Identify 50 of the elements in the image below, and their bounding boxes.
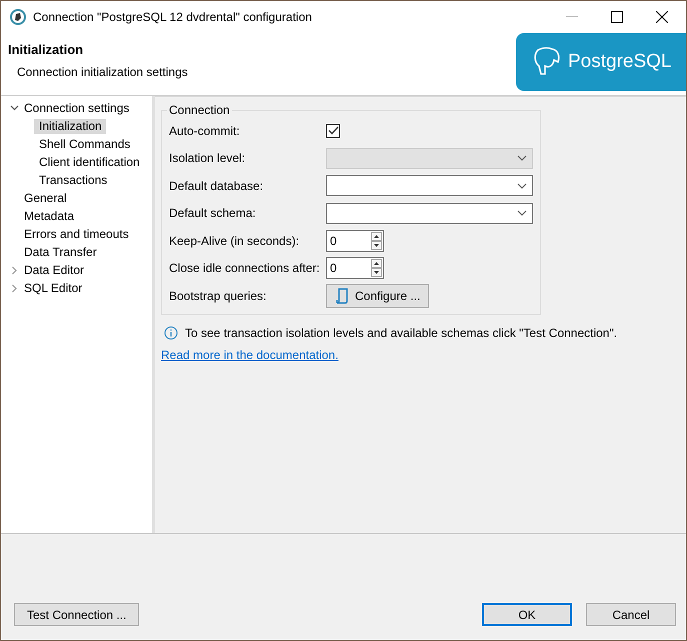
dropdown-field[interactable] [326,202,533,224]
field-label: Isolation level: [169,151,246,166]
tree-item[interactable]: Data Transfer [24,244,101,260]
tree-item[interactable]: General [24,190,71,206]
tree-item[interactable]: SQL Editor [24,280,86,296]
number-spinner[interactable]: 0 [326,230,384,252]
tree-item[interactable]: Data Editor [24,262,88,278]
configure-button[interactable]: Configure ... [326,284,430,308]
field-label: Bootstrap queries: [169,288,268,303]
elephant-icon [532,46,562,78]
info-icon [164,326,178,340]
page-subtitle: Connection initialization settings [16,65,189,79]
window-title: Connection "PostgreSQL 12 dvdrental" configuration [33,10,312,24]
tree-item[interactable]: Connection settings [24,100,134,116]
field-label: Close idle connections after: [169,261,321,276]
chevron-right-icon[interactable] [10,284,19,292]
group-title: Connection [168,103,231,117]
chevron-down-icon [517,210,527,216]
field-label: Default schema: [169,206,257,220]
maximize-icon[interactable] [611,11,623,23]
test-connection-button[interactable]: Test Connection ... [14,603,140,626]
number-spinner[interactable]: 0 [326,257,384,280]
tree-item[interactable]: Client identification [34,154,144,170]
spin-down-icon[interactable] [371,240,382,250]
chevron-down-icon[interactable] [10,105,19,111]
field-label: Auto-commit: [169,124,241,138]
script-icon [335,288,349,304]
auto-commit-checkbox[interactable] [326,124,340,138]
chevron-right-icon[interactable] [10,266,19,274]
tree-item[interactable]: Shell Commands [34,136,134,152]
chevron-down-icon [517,182,527,189]
chevron-down-icon [517,155,527,162]
cancel-button[interactable]: Cancel [586,603,676,626]
close-icon[interactable] [656,11,668,23]
field-label: Default database: [169,178,264,193]
dropdown-field[interactable] [326,175,533,196]
tree-item[interactable]: Transactions [34,172,112,188]
spin-down-icon[interactable] [371,268,382,278]
logo-text: PostgreSQL [568,51,672,73]
ok-button[interactable]: OK [482,603,572,626]
tree-item[interactable]: Initialization [34,118,106,134]
documentation-link[interactable]: Read more in the documentation. [161,348,338,362]
field-label: Keep-Alive (in seconds): [169,234,300,248]
app-icon [10,9,26,25]
spin-up-icon[interactable] [371,259,382,268]
tree-item[interactable]: Metadata [24,208,78,224]
spin-up-icon[interactable] [371,232,382,241]
tree-item[interactable]: Errors and timeouts [24,226,133,242]
page-title: Initialization [8,42,84,57]
info-text: To see transaction isolation levels and available schemas click "Test Connection". [185,326,618,340]
